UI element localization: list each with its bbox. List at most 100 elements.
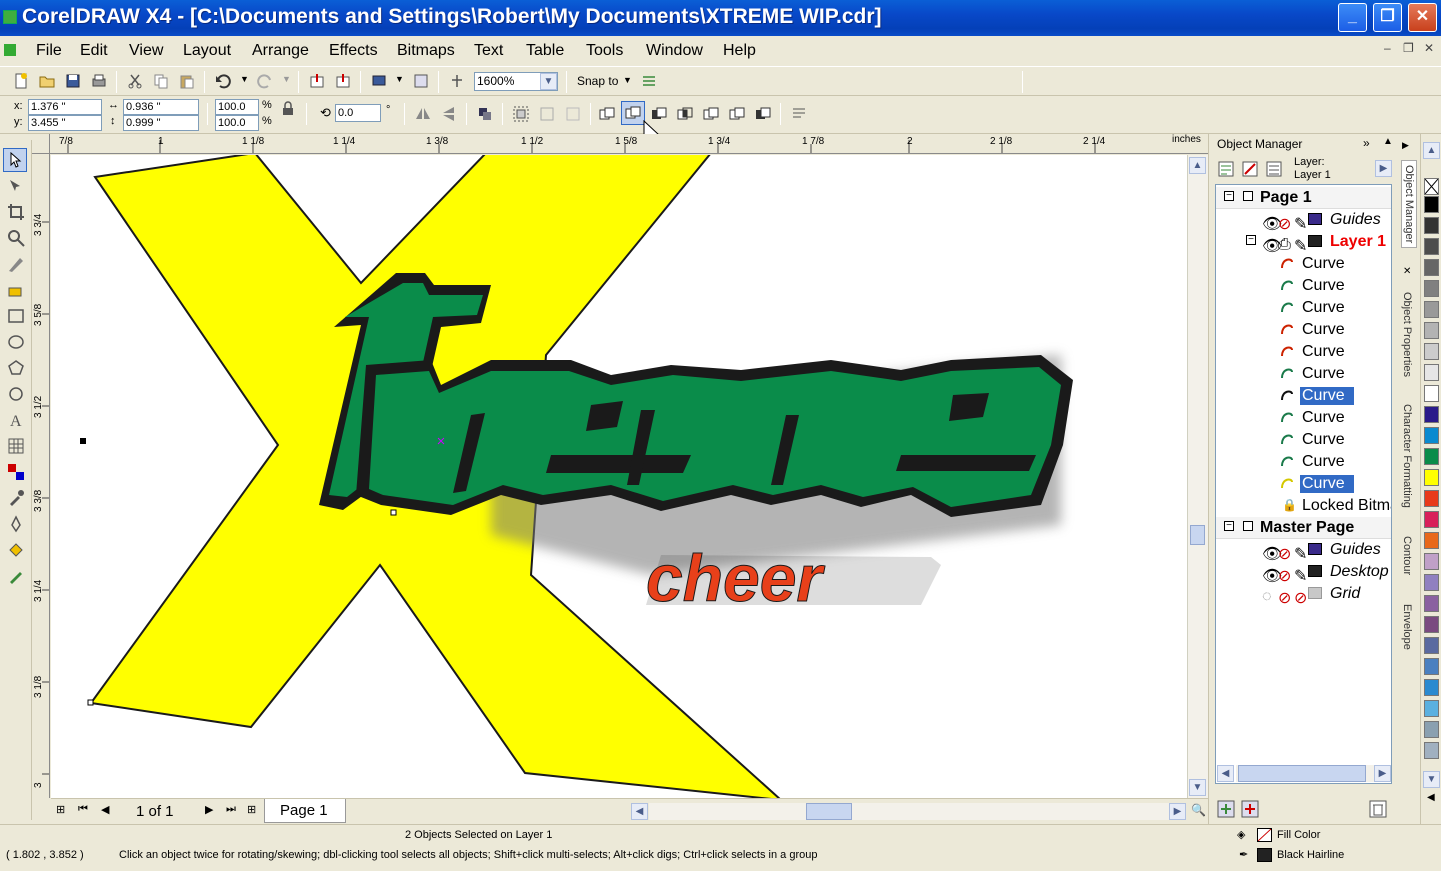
x-position-input[interactable]: 1.376 "	[28, 99, 102, 115]
cheer-lettering[interactable]: cheer	[646, 541, 941, 616]
undo-icon[interactable]	[214, 72, 232, 90]
previous-page-icon[interactable]: ◀	[101, 803, 109, 816]
scroll-right-button[interactable]: ▶	[1169, 803, 1186, 820]
horizontal-ruler[interactable]: 7/8 1 1 1/8 1 1/4 1 3/8 1 1/2 1 5/8 1 3/…	[50, 134, 1208, 154]
scale-x-input[interactable]: 100.0	[215, 99, 259, 115]
width-input[interactable]: 0.936 "	[123, 99, 199, 115]
palette-swatch[interactable]	[1424, 280, 1439, 297]
add-page-after-icon[interactable]: ⊞	[247, 803, 256, 816]
new-layer-icon[interactable]	[1217, 800, 1235, 818]
back-minus-front-icon[interactable]	[754, 105, 772, 123]
tree-curve[interactable]: Curve	[1216, 451, 1391, 473]
drawing-canvas[interactable]: cheer treme	[51, 155, 1187, 798]
palette-swatch[interactable]	[1424, 532, 1439, 549]
palette-flyout-icon[interactable]: ◀	[1427, 792, 1435, 803]
palette-swatch[interactable]	[1424, 700, 1439, 717]
tree-master-desktop[interactable]: 👁 ⊘ ✎ Desktop	[1216, 561, 1391, 585]
tree-master-guides[interactable]: 👁 ⊘ ✎ Guides	[1216, 539, 1391, 563]
last-page-icon[interactable]: ⏭	[226, 803, 236, 816]
printer-disabled-icon[interactable]: ⊘	[1278, 544, 1291, 563]
restore-button[interactable]: ❐	[1373, 3, 1402, 32]
tree-scroll-right-button[interactable]: ▶	[1374, 765, 1391, 782]
palette-swatch[interactable]	[1424, 427, 1439, 444]
horizontal-scroll-track[interactable]	[649, 803, 1169, 820]
text-tool-icon[interactable]: A	[6, 410, 26, 430]
minimize-button[interactable]: _	[1338, 3, 1367, 32]
create-boundary-icon[interactable]	[790, 105, 808, 123]
palette-swatch[interactable]	[1424, 448, 1439, 465]
menu-help[interactable]: Help	[723, 42, 756, 60]
menu-bitmaps[interactable]: Bitmaps	[397, 42, 455, 60]
snap-to-dropdown-icon[interactable]: ▼	[623, 75, 632, 85]
tab-object-properties[interactable]: Object Properties	[1401, 292, 1413, 377]
vertical-scroll-thumb[interactable]	[1190, 525, 1205, 545]
layer-manager-view-icon[interactable]	[1265, 160, 1283, 178]
doc-minimize-icon[interactable]: –	[1384, 41, 1391, 55]
eye-icon[interactable]: 👁	[1262, 236, 1282, 255]
tree-layer-1[interactable]: − 👁 ⎙ ✎ Layer 1	[1216, 231, 1391, 255]
printer-disabled-icon[interactable]: ⊘	[1278, 588, 1291, 607]
redo-icon[interactable]	[256, 72, 274, 90]
tree-page-1[interactable]: − Page 1	[1216, 187, 1391, 209]
palette-swatch[interactable]	[1424, 595, 1439, 612]
menu-tools[interactable]: Tools	[586, 42, 623, 60]
lock-ratio-icon[interactable]	[279, 100, 297, 118]
tab-object-manager[interactable]: Object Manager	[1401, 160, 1417, 249]
show-object-properties-icon[interactable]	[1217, 160, 1235, 178]
no-color-swatch[interactable]	[1424, 178, 1439, 195]
palette-swatch[interactable]	[1424, 322, 1439, 339]
edit-across-layers-icon[interactable]	[1241, 160, 1259, 178]
menu-file[interactable]: File	[36, 42, 62, 60]
menu-text[interactable]: Text	[474, 42, 503, 60]
tree-curve[interactable]: Curve	[1216, 297, 1391, 319]
intersect-icon[interactable]	[676, 105, 694, 123]
printer-icon[interactable]: ⎙	[1278, 236, 1291, 253]
palette-swatch[interactable]	[1424, 679, 1439, 696]
copy-icon[interactable]	[152, 72, 170, 90]
scroll-left-button[interactable]: ◀	[631, 803, 648, 820]
next-page-icon[interactable]: ▶	[205, 803, 213, 816]
palette-swatch[interactable]	[1424, 343, 1439, 360]
import-icon[interactable]	[308, 72, 326, 90]
application-launcher-icon[interactable]	[370, 72, 388, 90]
y-position-input[interactable]: 3.455 "	[28, 115, 102, 131]
delete-icon[interactable]	[1369, 800, 1387, 818]
zoom-one-shot-icon[interactable]: 🔍	[1191, 803, 1206, 817]
ungroup-all-icon[interactable]	[564, 105, 582, 123]
tab-envelope[interactable]: Envelope	[1401, 604, 1413, 650]
palette-swatch[interactable]	[1424, 742, 1439, 759]
printer-disabled-icon[interactable]: ⊘	[1278, 566, 1291, 585]
weld-button[interactable]	[621, 101, 645, 125]
fill-color-swatch[interactable]	[1257, 828, 1272, 842]
ellipse-tool-icon[interactable]	[6, 332, 26, 352]
tree-curve[interactable]: Curve	[1216, 407, 1391, 429]
palette-swatch[interactable]	[1424, 406, 1439, 423]
collapse-icon[interactable]: −	[1224, 191, 1234, 201]
height-input[interactable]: 0.999 "	[123, 115, 199, 131]
printer-disabled-icon[interactable]: ⊘	[1278, 214, 1291, 233]
menu-window[interactable]: Window	[646, 42, 703, 60]
zoom-tool-icon[interactable]	[6, 228, 26, 248]
outline-color-swatch[interactable]	[1257, 848, 1272, 862]
mirror-horizontal-icon[interactable]	[414, 105, 432, 123]
selection-handle[interactable]	[87, 699, 94, 706]
collapse-icon[interactable]: −	[1246, 235, 1256, 245]
interactive-fill-tool-icon[interactable]	[6, 566, 26, 586]
tree-curve-selected[interactable]: Curve	[1216, 473, 1391, 495]
tab-contour[interactable]: Contour	[1401, 536, 1413, 575]
cut-icon[interactable]	[126, 72, 144, 90]
tab-character-formatting[interactable]: Character Formatting	[1401, 404, 1413, 508]
treme-lettering[interactable]	[319, 273, 1073, 517]
palette-swatch[interactable]	[1424, 196, 1439, 213]
shape-tool-icon[interactable]	[6, 176, 26, 196]
ungroup-icon[interactable]	[538, 105, 556, 123]
pencil-icon[interactable]: ✎	[1294, 566, 1307, 585]
tree-curve[interactable]: Curve	[1216, 275, 1391, 297]
vertical-ruler[interactable]: 3 3/4 3 5/8 3 1/2 3 3/8 3 1/4 3 1/8 3	[32, 154, 50, 798]
selection-handle[interactable]	[80, 438, 86, 444]
first-page-icon[interactable]: ⏮	[78, 803, 88, 816]
freehand-tool-icon[interactable]	[6, 254, 26, 274]
menu-layout[interactable]: Layout	[183, 42, 231, 60]
menu-edit[interactable]: Edit	[80, 42, 108, 60]
tree-curve[interactable]: Curve	[1216, 363, 1391, 385]
